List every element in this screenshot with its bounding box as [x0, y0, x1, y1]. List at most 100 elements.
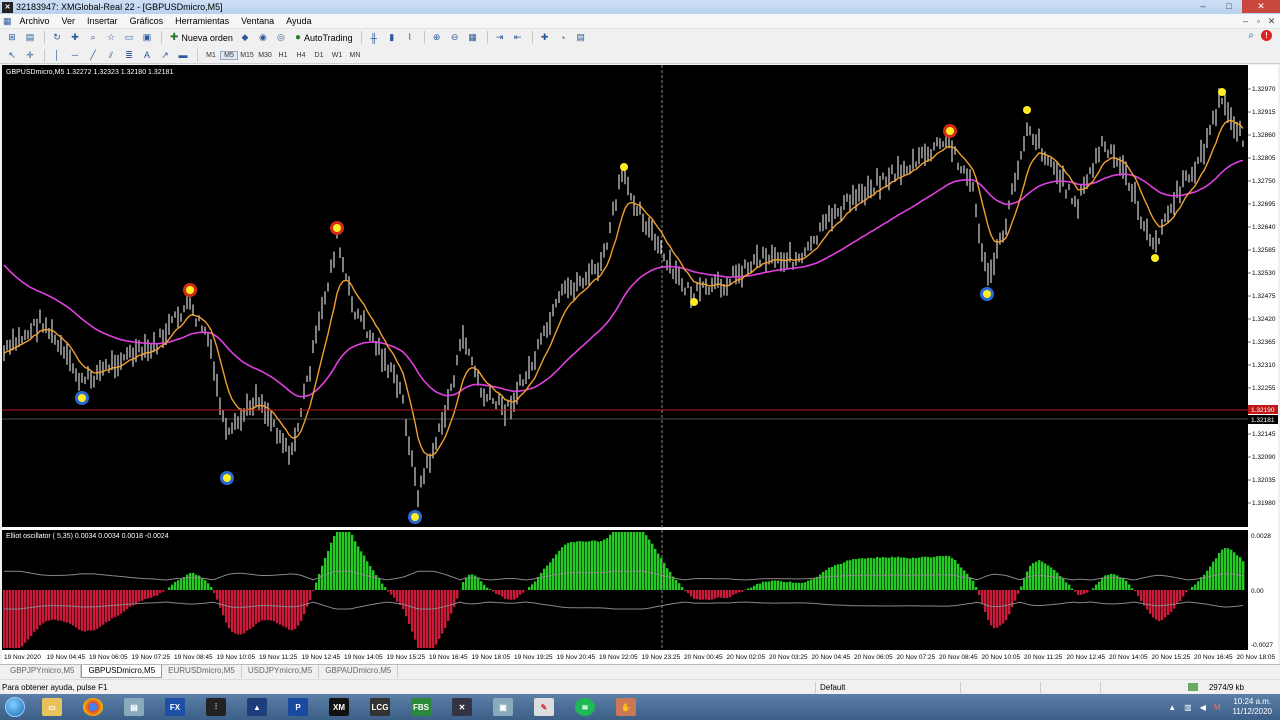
signals-icon[interactable]: ◉ — [255, 31, 271, 45]
trendline-icon[interactable]: ╱ — [85, 48, 101, 62]
chart-window[interactable]: GBPUSDmicro,M5 1.32272 1.32323 1.32180 1… — [2, 65, 1278, 665]
tab-gbpaud[interactable]: GBPAUDmicro,M5 — [319, 665, 399, 678]
menu-ventana[interactable]: Ventana — [235, 16, 280, 26]
autotrading-button[interactable]: ● AutoTrading — [291, 31, 357, 45]
osc-bar — [912, 557, 915, 590]
tf-m5[interactable]: M5 — [220, 50, 238, 60]
text-icon[interactable]: A — [139, 48, 155, 62]
indicators-icon[interactable]: ✚ — [537, 31, 553, 45]
bar-chart-icon[interactable]: ╫ — [366, 31, 382, 45]
menu-insertar[interactable]: Insertar — [81, 16, 124, 26]
taskbar-folder[interactable]: ▤ — [115, 695, 153, 719]
taskbar-rocket[interactable]: ✋ — [607, 695, 645, 719]
taskbar-arrow[interactable]: ▲ — [238, 695, 276, 719]
taskbar-xm[interactable]: XM — [320, 695, 358, 719]
tf-w1[interactable]: W1 — [328, 52, 346, 59]
zoom-out-icon[interactable]: ⊖ — [447, 31, 463, 45]
line-chart-icon[interactable]: ⌇ — [402, 31, 418, 45]
osc-bar — [555, 554, 558, 590]
market-icon[interactable]: ◎ — [273, 31, 289, 45]
taskbar-lcg[interactable]: LCG — [361, 695, 399, 719]
taskbar-fbs[interactable]: FBS — [402, 695, 440, 719]
tab-gbpjpy[interactable]: GBPJPYmicro,M5 — [4, 665, 82, 678]
maximize-button[interactable]: □ — [1216, 0, 1242, 13]
taskbar-mt4[interactable]: ⫶ — [197, 695, 235, 719]
tester-icon[interactable]: ▣ — [139, 31, 155, 45]
fibonacci-icon[interactable]: ≣ — [121, 48, 137, 62]
horizontal-line-icon[interactable]: ─ — [67, 48, 83, 62]
price-chart[interactable]: GBPUSDmicro,M5 1.32272 1.32323 1.32180 1… — [2, 65, 1278, 665]
taskbar-chrome[interactable] — [74, 695, 112, 719]
menu-archivo[interactable]: Archivo — [14, 16, 56, 26]
price-tick-label: 1.32145 — [1252, 431, 1276, 438]
osc-bar — [483, 584, 486, 590]
tab-gbpusd[interactable]: GBPUSDmicro,M5 — [81, 665, 163, 678]
tab-usdjpy[interactable]: USDJPYmicro,M5 — [242, 665, 320, 678]
mdi-close-button[interactable]: ✕ — [1265, 14, 1278, 29]
new-chart-icon[interactable]: ⊞ — [4, 31, 20, 45]
taskbar-x[interactable]: ✕ — [443, 695, 481, 719]
refresh-icon[interactable]: ↻ — [49, 31, 65, 45]
menu-ver[interactable]: Ver — [56, 16, 82, 26]
search-icon[interactable]: ⌕ — [1248, 30, 1254, 41]
tile-windows-icon[interactable]: ▦ — [465, 31, 481, 45]
osc-bar — [831, 566, 834, 590]
zoom-in-icon[interactable]: ⊕ — [429, 31, 445, 45]
tray-arrow-icon[interactable]: ▲ — [1168, 703, 1176, 712]
metaeditor-icon[interactable]: ◆ — [237, 31, 253, 45]
clock[interactable]: 10:24 a.m. 11/12/2020 — [1233, 697, 1272, 717]
cursor-icon[interactable]: ↖ — [4, 48, 20, 62]
channel-icon[interactable]: ⫽ — [103, 48, 119, 62]
osc-bar — [252, 590, 255, 627]
start-button[interactable] — [0, 694, 30, 720]
chart-shift-icon[interactable]: ⇥ — [492, 31, 508, 45]
tf-m15[interactable]: M15 — [238, 52, 256, 59]
crosshair-icon[interactable]: ✛ — [22, 48, 38, 62]
taskbar-network[interactable]: ▣ — [484, 695, 522, 719]
taskbar-explorer[interactable]: ▭ — [33, 695, 71, 719]
candlestick-icon[interactable]: ▮ — [384, 31, 400, 45]
chart-menu-icon[interactable]: ▦ — [3, 16, 12, 27]
terminal-icon[interactable]: ▭ — [121, 31, 137, 45]
profiles-icon[interactable]: ▤ — [22, 31, 38, 45]
tray-network-icon[interactable]: ▥ — [1184, 703, 1192, 712]
taskbar-paint[interactable]: ✎ — [525, 695, 563, 719]
tf-m1[interactable]: M1 — [202, 52, 220, 59]
tf-h4[interactable]: H4 — [292, 52, 310, 59]
taskbar-fxchoice[interactable]: FX — [156, 695, 194, 719]
taskbar-p[interactable]: P — [279, 695, 317, 719]
objects-icon[interactable]: ▬ — [175, 48, 191, 62]
periods-icon[interactable]: ◔ — [555, 31, 571, 45]
new-order-button[interactable]: ✚ Nueva orden — [166, 31, 237, 45]
tf-mn[interactable]: MN — [346, 52, 364, 59]
osc-bar — [399, 590, 402, 606]
tray-m-icon[interactable]: M — [1214, 703, 1221, 712]
autoscroll-icon[interactable]: ⇤ — [510, 31, 526, 45]
close-button[interactable]: ✕ — [1242, 0, 1280, 13]
menu-herramientas[interactable]: Herramientas — [169, 16, 235, 26]
tf-h1[interactable]: H1 — [274, 52, 292, 59]
osc-bar — [585, 541, 588, 590]
mdi-minimize-button[interactable]: – — [1239, 14, 1252, 29]
alert-icon[interactable]: ! — [1261, 30, 1272, 41]
tf-d1[interactable]: D1 — [310, 52, 328, 59]
menu-graficos[interactable]: Gráficos — [124, 16, 170, 26]
mdi-restore-button[interactable]: ▫ — [1252, 14, 1265, 29]
templates-icon[interactable]: ▤ — [573, 31, 589, 45]
taskbar-spotify[interactable]: ≋ — [566, 695, 604, 719]
minimize-button[interactable]: – — [1190, 0, 1216, 13]
tab-eurusd[interactable]: EURUSDmicro,M5 — [162, 665, 242, 678]
navigator-icon[interactable]: ☆ — [103, 31, 119, 45]
arrows-icon[interactable]: ↗ — [157, 48, 173, 62]
tray-volume-icon[interactable]: ◀ — [1200, 703, 1206, 712]
osc-bar — [864, 558, 867, 590]
window-title: 32183947: XMGlobal-Real 22 - [GBPUSDmicr… — [16, 2, 223, 12]
osc-bar — [78, 590, 81, 630]
vertical-line-icon[interactable]: │ — [49, 48, 65, 62]
osc-bar — [444, 590, 447, 628]
market-watch-icon[interactable]: ✚ — [67, 31, 83, 45]
menu-ayuda[interactable]: Ayuda — [280, 16, 317, 26]
tf-m30[interactable]: M30 — [256, 52, 274, 59]
data-window-icon[interactable]: ⌕ — [85, 31, 101, 45]
time-tick-label: 19 Nov 2020 — [4, 654, 41, 661]
